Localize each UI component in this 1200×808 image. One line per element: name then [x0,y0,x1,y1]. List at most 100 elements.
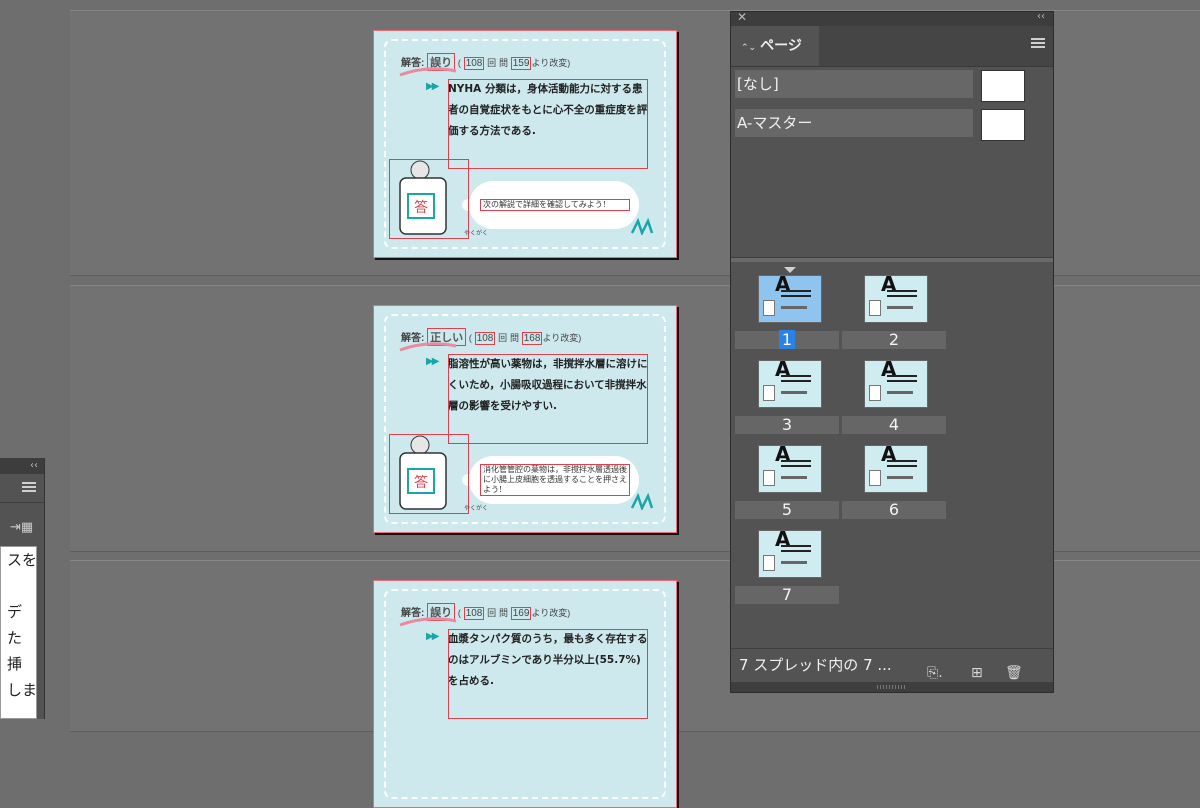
text-frame[interactable] [448,629,648,719]
credit-text: やくがく [464,505,489,512]
status-text: 7 スプレッド内の 7 ... [739,656,892,674]
tab-pages[interactable]: ⌃⌄ ページ [731,26,819,66]
page-thumbnail-5[interactable]: A [758,445,822,493]
thumb-bear [763,555,775,571]
master-letter: A [775,445,791,466]
exam-number[interactable]: 108 [463,57,485,70]
thumb-bubble [781,561,807,564]
document-page-3[interactable]: 解答: 誤り ( 108 回 問 169 より改変) ▶▶ 血漿タンパク質のうち，… [373,580,677,808]
doc-line: しま [7,681,37,699]
left-collapsed-panel: ‹‹ ⇥▦ スを デ た 挿 しま [0,458,45,719]
panel-status-bar: 7 スプレッド内の 7 ... ⎘. ⊞ 🗑 [731,648,1053,681]
paren: ( [457,58,461,68]
master-letter: A [881,360,897,381]
collapse-icon[interactable]: ‹‹ [0,458,44,474]
page-number-label: 6 [888,500,900,519]
bubble-text[interactable]: 消化管管腔の薬物は，非撹拌水層透過後に小腸上皮細胞を透過することを押さえよう! [480,464,630,496]
question-number[interactable]: 159 [510,57,532,70]
panel-menu-icon[interactable] [1031,38,1045,50]
thumb-bubble [887,476,913,479]
master-a-thumb[interactable] [981,109,1025,141]
doc-line [7,573,36,599]
pages-panel: ✕ ‹‹ ⌃⌄ ページ [なし] A-マスター A 1 A 2 A 3 A 4 … [730,10,1054,693]
master-indicator-icon [784,267,796,273]
master-letter: A [881,275,897,296]
panel-divider[interactable] [731,257,1053,262]
text-frame[interactable] [448,79,648,169]
updown-icon: ⌃⌄ [741,43,757,53]
page-thumbnail-4[interactable]: A [864,360,928,408]
thumb-bubble [887,306,913,309]
thumb-bear [763,385,775,401]
thumb-line [887,380,917,382]
bear-mascot-icon[interactable]: 答 [389,159,469,239]
bubble-text[interactable]: 次の解説で詳細を確認してみよう! [480,199,630,211]
thumb-line [781,380,811,382]
page-number-label: 7 [781,585,793,604]
page-number-label: 5 [781,500,793,519]
page-number-6[interactable]: 6 [842,501,946,519]
thumb-line [781,295,811,297]
text-wrap-icon[interactable]: ⇥▦ [10,520,33,535]
thumb-bear [869,385,881,401]
doc-line: 挿 [7,655,23,673]
master-letter: A [775,530,791,551]
question-number[interactable]: 169 [510,607,532,620]
document-page-2[interactable]: 解答: 正しい ( 108 回 問 168 より改変) ▶▶ 脂溶性が高い薬物は，… [373,305,677,533]
master-letter: A [775,275,791,296]
thumb-line [781,290,811,292]
suffix-text: より改変) [531,58,571,68]
page-number-label: 3 [781,415,793,434]
thumb-line [887,295,917,297]
collapse-icon[interactable]: ‹‹ [1037,11,1045,22]
page-number-2[interactable]: 2 [842,331,946,349]
master-none-thumb[interactable] [981,70,1025,102]
thumb-line [781,550,811,552]
thumb-bear [869,470,881,486]
paren: ( [468,333,472,343]
mon-label: 問 [498,608,508,618]
exam-number[interactable]: 108 [474,332,496,345]
page-thumbnail-3[interactable]: A [758,360,822,408]
page-number-1[interactable]: 1 [735,330,839,349]
bear-mascot-icon[interactable]: 答 [389,434,469,514]
page-number-3[interactable]: 3 [735,416,839,434]
mon-label: 問 [509,333,519,343]
doc-line: た [7,629,23,647]
kai-label: 回 [487,58,497,68]
kai-label: 回 [498,333,508,343]
text-frame[interactable] [448,354,648,444]
master-none[interactable]: [なし] [735,70,973,98]
credit-text: やくがく [464,230,489,237]
page-thumbnail-7[interactable]: A [758,530,822,578]
page-number-4[interactable]: 4 [842,416,946,434]
doc-line: スを [7,551,37,569]
doc-line: デ [7,603,23,621]
close-icon[interactable]: ✕ [737,10,747,24]
thumb-line [781,465,811,467]
logo-icon [630,492,654,510]
menu-icon[interactable] [22,482,36,494]
page-thumbnail-6[interactable]: A [864,445,928,493]
story-text-preview[interactable]: スを デ た 挿 しま [0,546,37,719]
resize-grip[interactable] [731,682,1053,692]
thumb-line [887,460,917,462]
suffix-text: より改変) [531,608,571,618]
page-thumbnail-2[interactable]: A [864,275,928,323]
page-number-label: 4 [888,415,900,434]
thumb-bubble [781,476,807,479]
thumb-line [887,290,917,292]
master-a[interactable]: A-マスター [735,109,973,137]
question-number[interactable]: 168 [521,332,543,345]
page-thumbnail-1[interactable]: A [758,275,822,323]
thumb-line [887,375,917,377]
document-page-1[interactable]: 解答: 誤り ( 108 回 問 159 より改変) ▶▶ NYHA 分類は，身体… [373,30,677,258]
logo-icon [630,217,654,235]
thumb-bubble [887,391,913,394]
exam-number[interactable]: 108 [463,607,485,620]
page-number-7[interactable]: 7 [735,586,839,604]
suffix-text: より改変) [542,333,582,343]
page-number-5[interactable]: 5 [735,501,839,519]
thumb-line [781,545,811,547]
pink-swoosh-icon [399,617,457,627]
